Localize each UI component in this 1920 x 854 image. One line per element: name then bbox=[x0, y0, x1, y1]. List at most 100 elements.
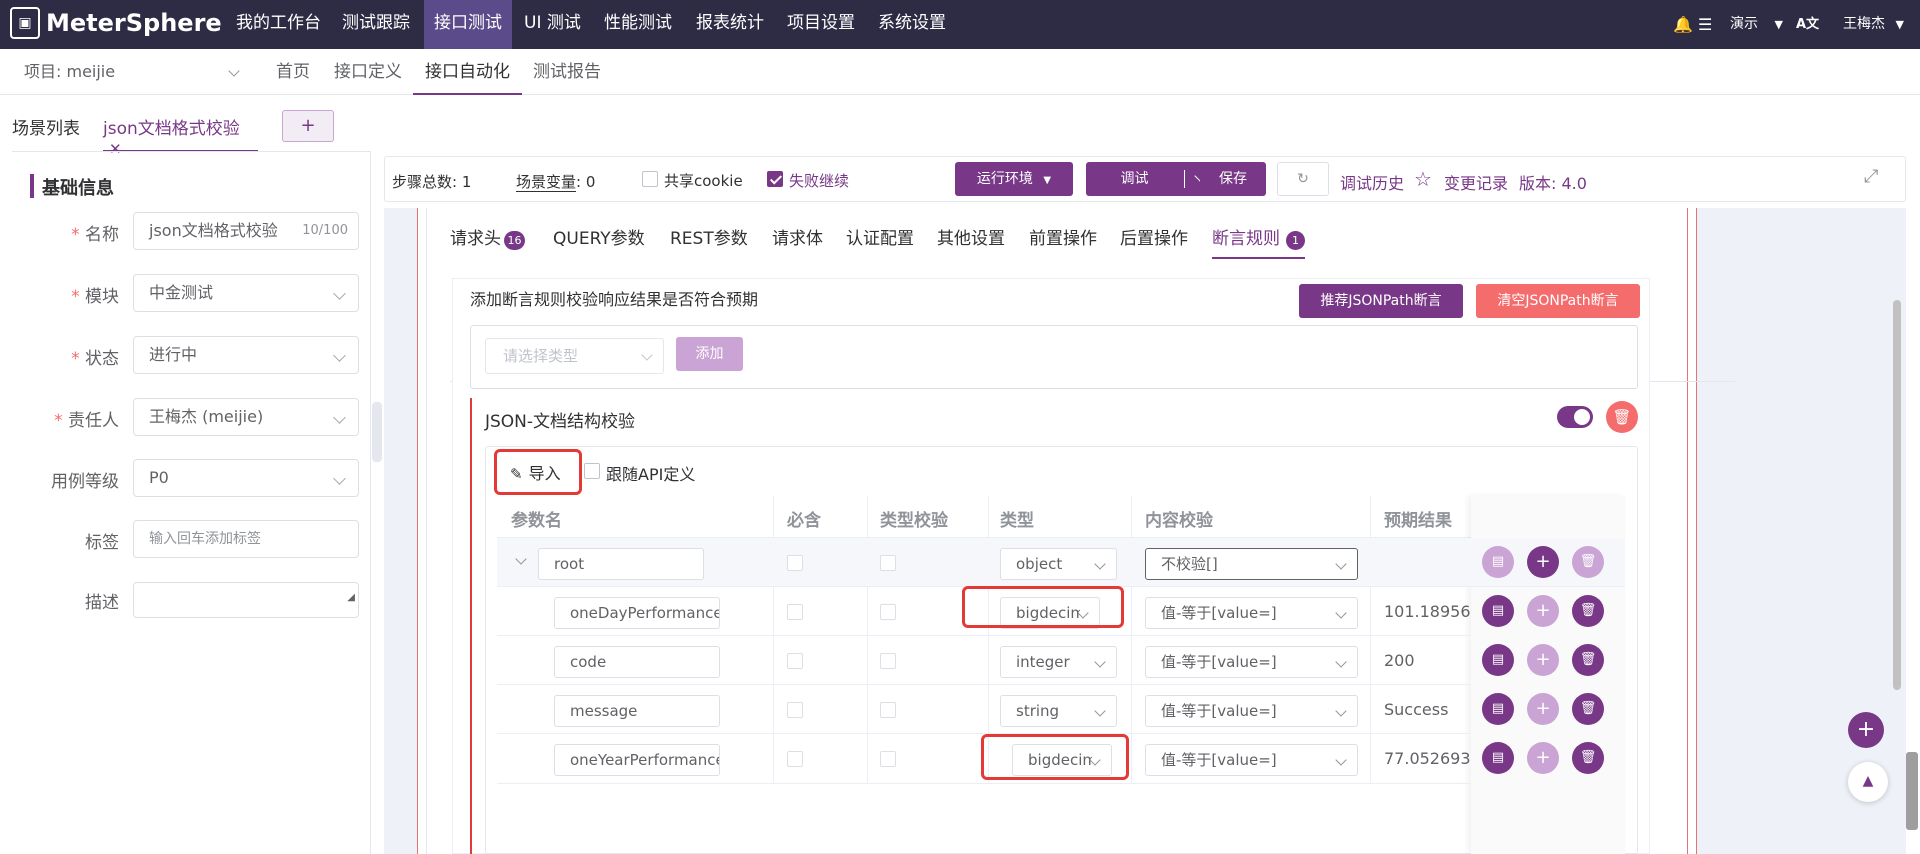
debug-history-link[interactable]: 调试历史 bbox=[1340, 170, 1404, 194]
content-check-select[interactable]: 不校验[] bbox=[1145, 548, 1358, 580]
required-checkbox[interactable] bbox=[787, 702, 803, 718]
version-label[interactable]: 版本: 4.0 bbox=[1519, 170, 1587, 194]
subnav-api-automation[interactable]: 接口自动化 bbox=[413, 49, 522, 95]
metersphere-logo[interactable]: ▣ MeterSphere bbox=[10, 7, 222, 39]
delete-row-icon[interactable]: 🗑 bbox=[1572, 546, 1604, 578]
subnav-api-definition[interactable]: 接口定义 bbox=[334, 49, 402, 95]
type-check-checkbox[interactable] bbox=[880, 702, 896, 718]
edit-row-icon[interactable]: ▤ bbox=[1482, 693, 1514, 725]
star-icon[interactable]: ☆ bbox=[1414, 167, 1432, 191]
assertion-type-select[interactable]: 请选择类型 bbox=[485, 338, 664, 374]
add-tab-button[interactable]: + bbox=[282, 110, 334, 142]
type-select[interactable]: string bbox=[1000, 695, 1117, 727]
fullscreen-icon[interactable]: ⤢ bbox=[1864, 166, 1878, 187]
clear-jsonpath-button[interactable]: 清空JSONPath断言 bbox=[1476, 284, 1640, 318]
desc-textarea[interactable]: ◢ bbox=[133, 582, 359, 618]
tab-pre-operations[interactable]: 前置操作 bbox=[1029, 224, 1097, 249]
add-child-icon[interactable]: + bbox=[1527, 693, 1559, 725]
edit-row-icon[interactable]: ▤ bbox=[1482, 546, 1514, 578]
required-checkbox[interactable] bbox=[787, 555, 803, 571]
add-child-icon[interactable]: + bbox=[1527, 546, 1559, 578]
type-check-checkbox[interactable] bbox=[880, 604, 896, 620]
tag-input[interactable]: 输入回车添加标签 bbox=[133, 520, 359, 558]
share-cookie-checkbox[interactable] bbox=[642, 171, 658, 187]
scenario-vars[interactable]: 场景变量: 0 bbox=[516, 171, 595, 192]
tab-auth-config[interactable]: 认证配置 bbox=[846, 224, 914, 249]
project-selector[interactable]: 项目: meijie bbox=[24, 49, 240, 95]
delete-row-icon[interactable]: 🗑 bbox=[1572, 693, 1604, 725]
add-step-button[interactable]: + bbox=[1848, 712, 1884, 748]
tab-other-settings[interactable]: 其他设置 bbox=[937, 224, 1005, 249]
bell-icon[interactable]: 🔔 bbox=[1673, 0, 1693, 49]
type-select[interactable]: integer bbox=[1000, 646, 1117, 678]
required-checkbox[interactable] bbox=[787, 653, 803, 669]
tab-assertions[interactable]: 断言规则 1 bbox=[1212, 224, 1305, 259]
param-name-input[interactable]: oneYearPerformance bbox=[554, 744, 720, 776]
env-button[interactable]: 运行环境 ▼ bbox=[955, 162, 1073, 196]
topnav-ui-test[interactable]: UI 测试 bbox=[514, 0, 591, 49]
param-name-input[interactable]: message bbox=[554, 695, 720, 727]
content-check-select[interactable]: 值-等于[value=] bbox=[1145, 744, 1358, 776]
level-select[interactable]: P0 bbox=[133, 459, 359, 497]
vertical-scrollbar[interactable] bbox=[1893, 300, 1901, 690]
add-child-icon[interactable]: + bbox=[1527, 595, 1559, 627]
user-menu[interactable]: 王梅杰 ▼ bbox=[1843, 0, 1904, 49]
content-check-select[interactable]: 值-等于[value=] bbox=[1145, 695, 1358, 727]
tab-scenario-list[interactable]: 场景列表 bbox=[12, 114, 80, 139]
topnav-system-settings[interactable]: 系统设置 bbox=[868, 0, 956, 49]
subnav-test-report[interactable]: 测试报告 bbox=[533, 49, 601, 95]
topnav-report[interactable]: 报表统计 bbox=[686, 0, 774, 49]
type-check-checkbox[interactable] bbox=[880, 751, 896, 767]
topnav-performance[interactable]: 性能测试 bbox=[594, 0, 682, 49]
language-icon[interactable]: A文 bbox=[1796, 0, 1819, 49]
add-child-icon[interactable]: + bbox=[1527, 644, 1559, 676]
status-select[interactable]: 进行中 bbox=[133, 336, 359, 374]
owner-select[interactable]: 王梅杰 (meijie) bbox=[133, 398, 359, 436]
workspace-switch[interactable]: 演示 ▼ bbox=[1730, 0, 1783, 49]
topnav-workbench[interactable]: 我的工作台 bbox=[226, 0, 331, 49]
tab-request-body[interactable]: 请求体 bbox=[772, 224, 823, 249]
edit-row-icon[interactable]: ▤ bbox=[1482, 595, 1514, 627]
save-button[interactable]: 保存 bbox=[1200, 162, 1266, 196]
required-checkbox[interactable] bbox=[787, 604, 803, 620]
tab-request-header[interactable]: 请求头 16 bbox=[450, 224, 525, 250]
recommend-jsonpath-button[interactable]: 推荐JSONPath断言 bbox=[1299, 284, 1463, 318]
topnav-project-settings[interactable]: 项目设置 bbox=[777, 0, 865, 49]
fail-continue-checkbox[interactable] bbox=[767, 171, 783, 187]
content-check-select[interactable]: 值-等于[value=] bbox=[1145, 646, 1358, 678]
tab-rest-params[interactable]: REST参数 bbox=[670, 224, 748, 249]
module-select[interactable]: 中金测试 bbox=[133, 274, 359, 312]
type-select[interactable]: object bbox=[1000, 548, 1117, 580]
collapse-handle[interactable] bbox=[372, 402, 382, 462]
tab-query-params[interactable]: QUERY参数 bbox=[553, 224, 645, 249]
step-count: 步骤总数: 1 bbox=[392, 173, 472, 191]
param-name-input[interactable]: root bbox=[538, 548, 704, 580]
task-list-icon[interactable]: ☰ bbox=[1698, 0, 1712, 49]
required-checkbox[interactable] bbox=[787, 751, 803, 767]
add-child-icon[interactable]: + bbox=[1527, 742, 1559, 774]
change-log-link[interactable]: 变更记录 bbox=[1444, 170, 1508, 194]
add-assertion-button[interactable]: 添加 bbox=[676, 337, 743, 371]
delete-row-icon[interactable]: 🗑 bbox=[1572, 742, 1604, 774]
subnav-home[interactable]: 首页 bbox=[276, 49, 310, 95]
refresh-icon[interactable]: ↻ bbox=[1277, 162, 1329, 196]
follow-api-checkbox[interactable] bbox=[584, 463, 600, 479]
name-input[interactable]: json文档格式校验 10/100 bbox=[133, 212, 359, 250]
edit-row-icon[interactable]: ▤ bbox=[1482, 742, 1514, 774]
delete-assertion-icon[interactable]: 🗑 bbox=[1606, 401, 1638, 433]
delete-row-icon[interactable]: 🗑 bbox=[1572, 595, 1604, 627]
param-name-input[interactable]: oneDayPerformance bbox=[554, 597, 720, 629]
json-assertion-toggle[interactable] bbox=[1557, 406, 1593, 428]
type-check-checkbox[interactable] bbox=[880, 555, 896, 571]
topnav-test-track[interactable]: 测试跟踪 bbox=[332, 0, 420, 49]
edit-row-icon[interactable]: ▤ bbox=[1482, 644, 1514, 676]
type-check-checkbox[interactable] bbox=[880, 653, 896, 669]
tab-post-operations[interactable]: 后置操作 bbox=[1120, 224, 1188, 249]
param-name-input[interactable]: code bbox=[554, 646, 720, 678]
topnav-api-test[interactable]: 接口测试 bbox=[424, 0, 512, 49]
page-scrollbar[interactable] bbox=[1906, 752, 1918, 830]
delete-row-icon[interactable]: 🗑 bbox=[1572, 644, 1604, 676]
content-check-select[interactable]: 值-等于[value=] bbox=[1145, 597, 1358, 629]
tab-current-scenario[interactable]: json文档格式校验✕ bbox=[103, 114, 258, 158]
back-to-top-icon[interactable]: ▲ bbox=[1848, 762, 1888, 802]
